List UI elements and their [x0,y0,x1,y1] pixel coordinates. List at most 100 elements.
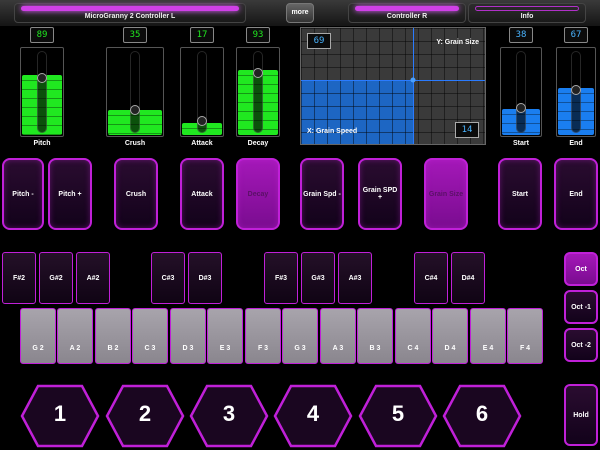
key-g-sharp-3[interactable]: G#3 [301,252,335,304]
start-slider-track[interactable] [500,47,542,137]
attack-slider[interactable]: 17 Attack [180,27,224,149]
preset-1-label: 1 [53,401,67,426]
crush-slider[interactable]: 35 Crush [106,27,164,149]
tab-active-indicator [21,6,239,11]
key-c-sharp-3[interactable]: C#3 [151,252,185,304]
x-axis-label: X: Grain Speed [307,128,358,135]
crush-slider-knob[interactable] [130,104,140,115]
key-a-3[interactable]: A 3 [320,308,356,364]
tab-controller-l[interactable]: MicroGranny 2 Controller L [14,3,246,23]
grain-size-button[interactable]: Grain Size [424,158,468,230]
preset-5-button[interactable]: 5 [358,384,438,448]
octave-button[interactable]: Oct [564,252,598,286]
pitch-slider-knob[interactable] [37,72,47,83]
pitch-slider-rail [37,51,47,133]
octave-minus-2-button[interactable]: Oct -2 [564,328,598,362]
key-d-3[interactable]: D 3 [170,308,206,364]
end-slider-track[interactable] [556,47,596,137]
xy-pad-y-line [301,80,485,82]
preset-6-label: 6 [475,401,489,426]
decay-readout: 93 [246,27,270,43]
key-d-sharp-4[interactable]: D#4 [451,252,485,304]
start-slider-knob[interactable] [516,103,526,113]
key-b-2[interactable]: B 2 [95,308,131,364]
end-button[interactable]: End [554,158,598,230]
key-e-3[interactable]: E 3 [207,308,243,364]
preset-2-button[interactable]: 2 [105,384,185,448]
key-d-4[interactable]: D 4 [432,308,468,364]
grain-xy-pad[interactable]: 69 14 Y: Grain Size X: Grain Speed [300,27,486,145]
crush-slider-rail [130,51,140,133]
octave-minus-1-button[interactable]: Oct -1 [564,290,598,324]
decay-button[interactable]: Decay [236,158,280,230]
preset-3-label: 3 [222,401,236,426]
decay-slider-knob[interactable] [253,67,263,78]
key-f-3[interactable]: F 3 [245,308,281,364]
y-axis-label: Y: Grain Size [436,39,479,46]
decay-slider-rail [253,51,263,133]
key-c-3[interactable]: C 3 [132,308,168,364]
end-slider-knob[interactable] [571,84,581,95]
decay-slider-track[interactable] [236,47,280,137]
key-f-4[interactable]: F 4 [507,308,543,364]
preset-6-button[interactable]: 6 [442,384,522,448]
key-c-4[interactable]: C 4 [395,308,431,364]
crush-slider-track[interactable] [106,47,164,137]
more-button[interactable]: more [286,3,314,23]
key-f-sharp-3[interactable]: F#3 [264,252,298,304]
attack-slider-rail [197,51,207,133]
grain-speed-minus-button[interactable]: Grain Spd - [300,158,344,230]
pitch-readout: 89 [30,27,54,43]
tab-info[interactable]: Info [468,3,586,23]
pitch-slider[interactable]: 89 Pitch [20,27,64,149]
key-f-sharp-2[interactable]: F#2 [2,252,36,304]
decay-label: Decay [247,140,269,147]
end-readout: 67 [564,27,588,43]
preset-1-button[interactable]: 1 [20,384,100,448]
key-b-3[interactable]: B 3 [357,308,393,364]
attack-label: Attack [191,140,213,147]
preset-4-button[interactable]: 4 [273,384,353,448]
attack-slider-knob[interactable] [197,115,207,126]
grain-speed-readout: 14 [455,122,479,138]
crush-button[interactable]: Crush [114,158,158,230]
start-button[interactable]: Start [498,158,542,230]
pitch-plus-button[interactable]: Pitch + [48,158,92,230]
tab-active-indicator [355,6,459,11]
slider-fill-line [22,134,62,136]
hold-button[interactable]: Hold [564,384,598,446]
key-c-sharp-4[interactable]: C#4 [414,252,448,304]
end-slider-rail [571,51,581,133]
key-a-2[interactable]: A 2 [57,308,93,364]
key-d-sharp-3[interactable]: D#3 [188,252,222,304]
key-g-3[interactable]: G 3 [282,308,318,364]
end-label: End [569,140,583,147]
tab-info-label: Info [520,13,534,20]
start-slider-rail [516,51,526,133]
top-bar: MicroGranny 2 Controller L more Controll… [0,0,600,26]
key-a-sharp-3[interactable]: A#3 [338,252,372,304]
grain-speed-plus-button[interactable]: Grain SPD + [358,158,402,230]
end-slider[interactable]: 67 End [556,27,596,149]
attack-button[interactable]: Attack [180,158,224,230]
key-g-2[interactable]: G 2 [20,308,56,364]
key-e-4[interactable]: E 4 [470,308,506,364]
tab-inactive-indicator [475,6,579,11]
key-g-sharp-2[interactable]: G#2 [39,252,73,304]
preset-3-button[interactable]: 3 [189,384,269,448]
grain-size-readout: 69 [307,33,331,49]
pitch-slider-track[interactable] [20,47,64,137]
pitch-minus-button[interactable]: Pitch - [2,158,44,230]
attack-slider-track[interactable] [180,47,224,137]
xy-pad-cursor[interactable] [410,77,416,83]
crush-readout: 35 [123,27,147,43]
tab-controller-r-label: Controller R [386,13,428,20]
decay-slider[interactable]: 93 Decay [236,27,280,149]
slider-fill-line [108,133,162,135]
preset-4-label: 4 [306,401,320,426]
key-a-sharp-2[interactable]: A#2 [76,252,110,304]
tab-controller-r[interactable]: Controller R [348,3,466,23]
preset-2-label: 2 [138,401,152,426]
xy-pad-x-line [413,28,415,144]
start-slider[interactable]: 38 Start [500,27,542,149]
